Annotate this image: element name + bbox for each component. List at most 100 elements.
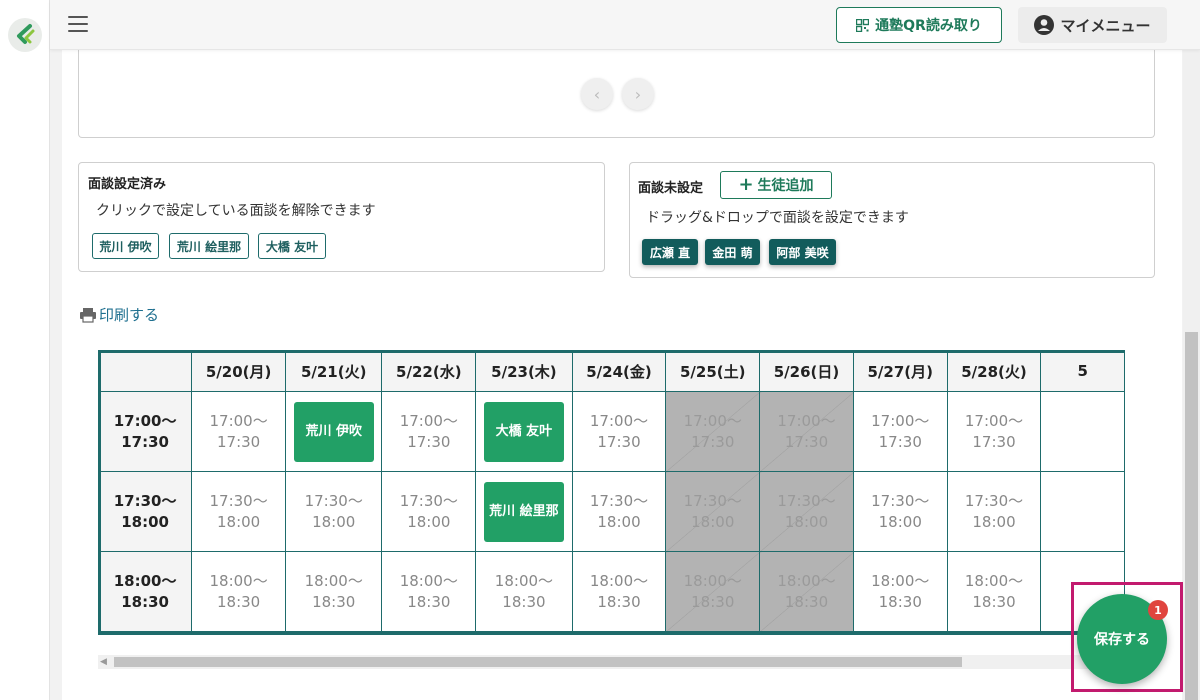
open-slot[interactable]: 18:00〜 18:30 bbox=[284, 551, 383, 632]
open-slot[interactable]: 17:30〜 18:00 bbox=[381, 471, 477, 552]
add-student-button[interactable]: + 生徒追加 bbox=[720, 171, 832, 199]
slot-start: 18:00〜 bbox=[589, 571, 649, 590]
set-student-chip[interactable]: 大橋 友叶 bbox=[258, 233, 326, 259]
chevron-right-icon[interactable]: › bbox=[622, 78, 654, 110]
slot-start: 17:30〜 bbox=[304, 491, 363, 510]
open-slot[interactable]: 17:30〜 18:00 bbox=[852, 471, 948, 552]
open-slot[interactable]: 17:00〜 17:30 bbox=[381, 391, 477, 472]
slot-end: 18:30 bbox=[312, 592, 356, 611]
open-slot[interactable]: 17:00〜 17:30 bbox=[571, 391, 667, 472]
vertical-scrollbar[interactable] bbox=[1183, 50, 1200, 700]
slot-end: 17:30 bbox=[784, 432, 829, 451]
chevron-left-icon[interactable]: ‹ bbox=[581, 78, 613, 110]
slot-start: 17:30〜 bbox=[777, 491, 836, 510]
slot-start: 17:00〜 bbox=[683, 411, 742, 430]
time-header-start: 18:00〜 bbox=[113, 571, 177, 590]
closed-slot[interactable]: 17:00〜 17:30 bbox=[759, 391, 854, 472]
print-link[interactable]: 印刷する bbox=[79, 304, 159, 325]
open-slot[interactable]: 18:00〜 18:30 bbox=[571, 551, 667, 632]
slot-start: 17:30〜 bbox=[683, 491, 742, 510]
slot-end: 18:00 bbox=[972, 512, 1016, 531]
slot-end: 17:30 bbox=[691, 432, 735, 451]
closed-slot[interactable]: 17:30〜 18:00 bbox=[665, 471, 761, 552]
set-student-chip[interactable]: 荒川 伊吹 bbox=[92, 233, 159, 259]
slot-end: 17:30 bbox=[878, 432, 922, 451]
table-corner bbox=[98, 350, 193, 392]
set-student-chip[interactable]: 荒川 絵里那 bbox=[169, 233, 249, 259]
open-slot[interactable]: 18:00〜 18:30 bbox=[475, 551, 573, 632]
main-content: ‹ › 面談設定済み クリックで設定している面談を解除できます 荒川 伊吹 荒川… bbox=[62, 50, 1182, 700]
date-header: 5/28(火) bbox=[946, 350, 1042, 392]
closed-slot[interactable]: 18:00〜 18:30 bbox=[759, 551, 854, 632]
open-slot[interactable]: 17:00〜 17:30 bbox=[946, 391, 1042, 472]
time-header: 18:00〜 18:30 bbox=[98, 551, 193, 632]
scroll-left-icon[interactable]: ◀ bbox=[100, 657, 107, 667]
slot-end: 17:30 bbox=[216, 432, 261, 451]
open-slot[interactable] bbox=[1040, 391, 1125, 472]
my-menu-button[interactable]: マイメニュー bbox=[1018, 7, 1167, 43]
date-header: 5/25(土) bbox=[665, 350, 761, 392]
open-slot[interactable]: 17:00〜 17:30 bbox=[191, 391, 286, 472]
booked-slot[interactable]: 荒川 絵里那 bbox=[475, 471, 573, 552]
slot-end: 18:30 bbox=[502, 592, 546, 611]
slot-end: 18:00 bbox=[312, 512, 356, 531]
my-menu-label: マイメニュー bbox=[1060, 16, 1151, 35]
printer-icon bbox=[80, 307, 96, 323]
date-header: 5/27(月) bbox=[852, 350, 948, 392]
date-header: 5/20(月) bbox=[191, 350, 286, 392]
slot-start: 18:00〜 bbox=[494, 571, 554, 590]
open-slot[interactable]: 17:30〜 18:00 bbox=[571, 471, 667, 552]
slot-end: 18:00 bbox=[784, 512, 829, 531]
save-label: 保存する bbox=[1094, 632, 1150, 648]
booked-student[interactable]: 荒川 絵里那 bbox=[483, 481, 564, 542]
unset-interviews-panel: 面談未設定 + 生徒追加 ドラッグ&ドロップで面談を設定できます 広瀬 直 金田… bbox=[629, 162, 1155, 278]
qr-scan-label: 通塾QR読み取り bbox=[875, 18, 982, 34]
closed-slot[interactable]: 17:00〜 17:30 bbox=[665, 391, 761, 472]
slot-start: 18:00〜 bbox=[777, 571, 836, 590]
closed-slot[interactable]: 17:30〜 18:00 bbox=[759, 471, 854, 552]
date-header: 5/26(日) bbox=[759, 350, 854, 392]
time-header-start: 17:30〜 bbox=[113, 491, 177, 510]
time-header: 17:00〜 17:30 bbox=[98, 391, 193, 472]
slot-start: 17:00〜 bbox=[964, 411, 1024, 430]
account-circle-icon bbox=[1034, 15, 1055, 35]
booked-slot[interactable]: 大橋 友叶 bbox=[475, 391, 573, 472]
logo-icon[interactable] bbox=[8, 18, 42, 52]
open-slot[interactable]: 18:00〜 18:30 bbox=[852, 551, 948, 632]
hamburger-icon[interactable] bbox=[68, 16, 88, 32]
closed-slot[interactable]: 18:00〜 18:30 bbox=[665, 551, 761, 632]
slot-start: 18:00〜 bbox=[964, 571, 1024, 590]
vertical-scroll-thumb[interactable] bbox=[1185, 332, 1198, 700]
slot-end: 18:00 bbox=[597, 512, 641, 531]
open-slot[interactable]: 18:00〜 18:30 bbox=[946, 551, 1042, 632]
open-slot[interactable]: 17:30〜 18:00 bbox=[191, 471, 286, 552]
slot-end: 18:30 bbox=[972, 592, 1016, 611]
open-slot[interactable]: 18:00〜 18:30 bbox=[191, 551, 286, 632]
open-slot[interactable]: 17:30〜 18:00 bbox=[946, 471, 1042, 552]
time-header-end: 18:00 bbox=[121, 512, 169, 531]
unset-student-chip[interactable]: 広瀬 直 bbox=[642, 239, 698, 265]
booked-student[interactable]: 荒川 伊吹 bbox=[293, 401, 374, 462]
horizontal-scrollbar[interactable]: ◀ bbox=[98, 655, 1125, 669]
booked-slot[interactable]: 荒川 伊吹 bbox=[284, 391, 383, 472]
qr-scan-button[interactable]: 通塾QR読み取り bbox=[836, 7, 1002, 43]
date-header: 5/22(水) bbox=[381, 350, 477, 392]
calendar-box: ‹ › bbox=[78, 50, 1155, 138]
qr-code-icon bbox=[856, 18, 870, 32]
slot-end: 18:00 bbox=[691, 512, 735, 531]
open-slot[interactable]: 17:00〜 17:30 bbox=[852, 391, 948, 472]
unset-student-chip[interactable]: 阿部 美咲 bbox=[769, 239, 836, 265]
slot-start: 17:30〜 bbox=[964, 491, 1024, 510]
schedule-table: 5/20(月) 5/21(火) 5/22(水) 5/23(木) 5/24(金) … bbox=[98, 350, 1125, 632]
booked-student[interactable]: 大橋 友叶 bbox=[483, 401, 564, 462]
unset-student-chip[interactable]: 金田 萌 bbox=[705, 239, 760, 265]
schedule-table-viewport: 5/20(月) 5/21(火) 5/22(水) 5/23(木) 5/24(金) … bbox=[98, 350, 1125, 635]
slot-start: 17:00〜 bbox=[871, 411, 930, 430]
open-slot[interactable]: 18:00〜 18:30 bbox=[381, 551, 477, 632]
slot-start: 17:00〜 bbox=[399, 411, 458, 430]
horizontal-scroll-thumb[interactable] bbox=[114, 657, 962, 667]
open-slot[interactable] bbox=[1040, 471, 1125, 552]
schedule-body: 17:00〜 17:30 17:00〜 17:30 荒川 伊吹 17:00〜 17:30 大橋… bbox=[98, 391, 1125, 632]
open-slot[interactable]: 17:30〜 18:00 bbox=[284, 471, 383, 552]
unsaved-count-badge: 1 bbox=[1148, 600, 1168, 620]
